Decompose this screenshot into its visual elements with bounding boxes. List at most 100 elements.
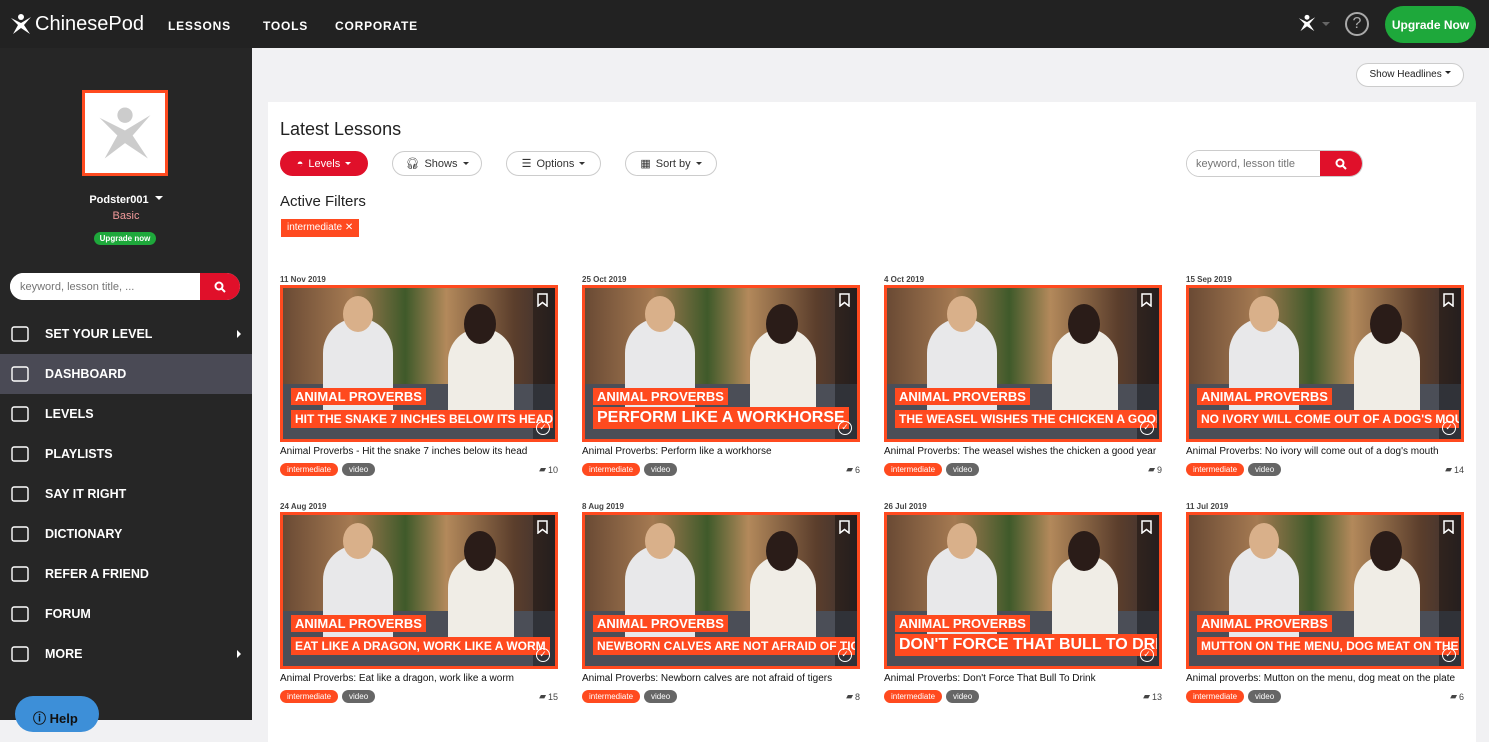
type-tag[interactable]: video	[342, 463, 376, 476]
check-circle-icon: ✓	[1442, 421, 1456, 435]
help-button[interactable]: ⓘ Help	[15, 696, 99, 732]
close-icon[interactable]: ✕	[345, 222, 353, 233]
active-filter-label: intermediate	[287, 222, 343, 233]
level-tag[interactable]: intermediate	[884, 690, 943, 703]
thumbnail-overlay-title: NO IVORY WILL COME OUT OF A DOG'S MOUTH	[1197, 410, 1459, 428]
user-menu-icon[interactable]	[1298, 14, 1316, 32]
type-tag[interactable]: video	[1248, 690, 1282, 703]
lesson-card[interactable]: 8 Aug 2019 ANIMAL PROVERBS NEWBORN CALVE…	[582, 502, 860, 703]
sidebar-item-playlists[interactable]: PLAYLISTS	[0, 434, 252, 474]
level-tag[interactable]: intermediate	[1186, 463, 1245, 476]
bookmark-icon[interactable]	[1443, 520, 1454, 534]
lesson-title[interactable]: Animal proverbs: Mutton on the menu, dog…	[1186, 673, 1464, 686]
calendar-icon: ▦	[640, 158, 651, 170]
level-tag[interactable]: intermediate	[582, 463, 641, 476]
comment-count[interactable]: ▰ 6	[1450, 691, 1464, 702]
brand-name: ChinesePod	[35, 12, 144, 35]
bookmark-icon[interactable]	[839, 293, 850, 307]
level-tag[interactable]: intermediate	[280, 463, 339, 476]
sidebar-item-label: SAY IT RIGHT	[45, 487, 127, 501]
show-headlines-dropdown[interactable]: Show Headlines	[1356, 63, 1464, 87]
levels-filter-button[interactable]: ◓ Levels	[280, 151, 368, 176]
lesson-thumbnail[interactable]: ANIMAL PROVERBS THE WEASEL WISHES THE CH…	[884, 285, 1162, 442]
lesson-search-input[interactable]	[1187, 151, 1321, 176]
check-circle-icon: ✓	[1140, 421, 1154, 435]
nav-corporate[interactable]: CORPORATE	[335, 19, 418, 33]
question-circle-icon[interactable]: ?	[1345, 12, 1369, 36]
upgrade-now-badge[interactable]: Upgrade now	[94, 232, 156, 245]
lesson-card[interactable]: 15 Sep 2019 ANIMAL PROVERBS NO IVORY WIL…	[1186, 275, 1464, 476]
type-tag[interactable]: video	[644, 463, 678, 476]
lesson-card[interactable]: 24 Aug 2019 ANIMAL PROVERBS EAT LIKE A D…	[280, 502, 558, 703]
lesson-card[interactable]: 11 Jul 2019 ANIMAL PROVERBS MUTTON ON TH…	[1186, 502, 1464, 703]
upgrade-now-button[interactable]: Upgrade Now	[1385, 6, 1476, 43]
lesson-title[interactable]: Animal Proverbs: Newborn calves are not …	[582, 673, 860, 686]
sidebar-item-forum[interactable]: FORUM	[0, 594, 252, 634]
lesson-thumbnail[interactable]: ANIMAL PROVERBS HIT THE SNAKE 7 INCHES B…	[280, 285, 558, 442]
thumbnail-show-label: ANIMAL PROVERBS	[593, 615, 728, 632]
lesson-title[interactable]: Animal Proverbs - Hit the snake 7 inches…	[280, 446, 558, 459]
type-tag[interactable]: video	[644, 690, 678, 703]
comment-count[interactable]: ▰ 14	[1445, 464, 1464, 475]
lesson-thumbnail[interactable]: ANIMAL PROVERBS PERFORM LIKE A WORKHORSE…	[582, 285, 860, 442]
lesson-thumbnail[interactable]: ANIMAL PROVERBS EAT LIKE A DRAGON, WORK …	[280, 512, 558, 669]
sidebar-search-input[interactable]	[10, 273, 198, 300]
level-tag[interactable]: intermediate	[280, 690, 339, 703]
levels-label: Levels	[308, 157, 341, 170]
sort-by-button[interactable]: ▦ Sort by	[625, 151, 717, 176]
bookmark-icon[interactable]	[537, 293, 548, 307]
lesson-title[interactable]: Animal Proverbs: Eat like a dragon, work…	[280, 673, 558, 686]
lesson-title[interactable]: Animal Proverbs: Don't Force That Bull T…	[884, 673, 1162, 686]
bookmark-icon[interactable]	[1141, 293, 1152, 307]
level-tag[interactable]: intermediate	[582, 690, 641, 703]
comment-count[interactable]: ▰ 13	[1143, 691, 1162, 702]
lesson-card[interactable]: 26 Jul 2019 ANIMAL PROVERBS DON'T FORCE …	[884, 502, 1162, 703]
lesson-title[interactable]: Animal Proverbs: Perform like a workhors…	[582, 446, 860, 459]
lesson-card[interactable]: 11 Nov 2019 ANIMAL PROVERBS HIT THE SNAK…	[280, 275, 558, 476]
level-tag[interactable]: intermediate	[1186, 690, 1245, 703]
lesson-search-button[interactable]	[1320, 151, 1362, 176]
bookmark-icon[interactable]	[839, 520, 850, 534]
nav-lessons[interactable]: LESSONS	[168, 19, 231, 33]
comment-count[interactable]: ▰ 9	[1148, 464, 1162, 475]
sidebar-item-set-your-level[interactable]: SET YOUR LEVEL	[0, 314, 252, 354]
lesson-date: 15 Sep 2019	[1186, 275, 1232, 284]
type-tag[interactable]: video	[342, 690, 376, 703]
type-tag[interactable]: video	[1248, 463, 1282, 476]
avatar[interactable]	[82, 90, 168, 176]
lesson-thumbnail[interactable]: ANIMAL PROVERBS NO IVORY WILL COME OUT O…	[1186, 285, 1464, 442]
username-dropdown[interactable]: Podster001	[0, 194, 252, 206]
sidebar-item-say-it-right[interactable]: SAY IT RIGHT	[0, 474, 252, 514]
chinesepod-logo[interactable]: ChinesePod	[10, 13, 144, 36]
comment-count[interactable]: ▰ 10	[539, 464, 558, 475]
sidebar-item-dictionary[interactable]: DICTIONARY	[0, 514, 252, 554]
bookmark-icon[interactable]	[1443, 293, 1454, 307]
active-filter-chip[interactable]: intermediate ✕	[281, 219, 360, 237]
options-filter-button[interactable]: ☰ Options	[506, 151, 601, 176]
comment-count[interactable]: ▰ 8	[846, 691, 860, 702]
level-tag[interactable]: intermediate	[884, 463, 943, 476]
sidebar-item-dashboard[interactable]: DASHBOARD	[0, 354, 252, 394]
shows-filter-button[interactable]: 🎧︎ Shows	[392, 151, 482, 176]
lesson-card[interactable]: 4 Oct 2019 ANIMAL PROVERBS THE WEASEL WI…	[884, 275, 1162, 476]
lesson-thumbnail[interactable]: ANIMAL PROVERBS MUTTON ON THE MENU, DOG …	[1186, 512, 1464, 669]
type-tag[interactable]: video	[946, 690, 980, 703]
lesson-thumbnail[interactable]: ANIMAL PROVERBS NEWBORN CALVES ARE NOT A…	[582, 512, 860, 669]
thumbnail-overlay-title: NEWBORN CALVES ARE NOT AFRAID OF TIGERS	[593, 637, 855, 655]
user-menu-caret-icon[interactable]	[1322, 22, 1330, 30]
check-circle-icon: ✓	[1140, 648, 1154, 662]
sidebar-search-button[interactable]	[200, 273, 240, 300]
sidebar-item-levels[interactable]: LEVELS	[0, 394, 252, 434]
lesson-title[interactable]: Animal Proverbs: The weasel wishes the c…	[884, 446, 1162, 459]
sidebar-item-more[interactable]: MORE	[0, 634, 252, 674]
nav-tools[interactable]: TOOLS	[263, 19, 308, 33]
bookmark-icon[interactable]	[537, 520, 548, 534]
bookmark-icon[interactable]	[1141, 520, 1152, 534]
lesson-thumbnail[interactable]: ANIMAL PROVERBS DON'T FORCE THAT BULL TO…	[884, 512, 1162, 669]
comment-count[interactable]: ▰ 6	[846, 464, 860, 475]
lesson-card[interactable]: 25 Oct 2019 ANIMAL PROVERBS PERFORM LIKE…	[582, 275, 860, 476]
type-tag[interactable]: video	[946, 463, 980, 476]
lesson-title[interactable]: Animal Proverbs: No ivory will come out …	[1186, 446, 1464, 459]
sidebar-item-refer-a-friend[interactable]: REFER A FRIEND	[0, 554, 252, 594]
comment-count[interactable]: ▰ 15	[539, 691, 558, 702]
